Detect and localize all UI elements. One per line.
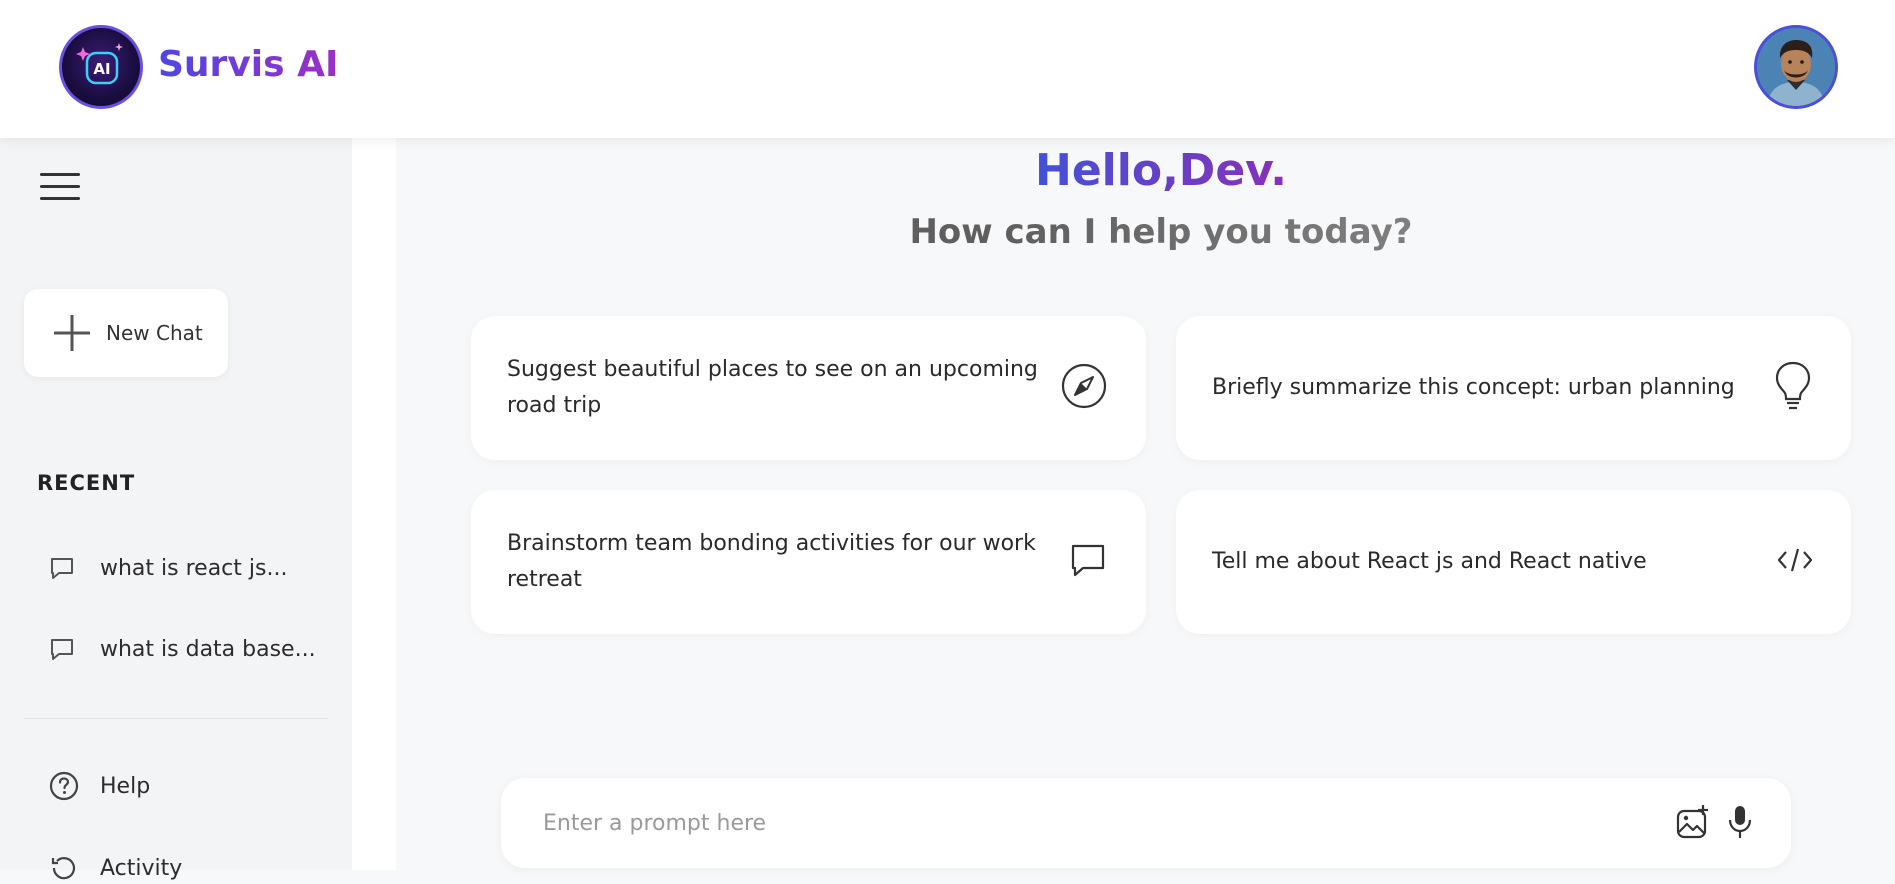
recent-heading: RECENT (37, 471, 136, 495)
sidebar-divider (24, 718, 328, 719)
prompt-input[interactable] (543, 800, 1643, 846)
bulb-icon (1773, 360, 1813, 416)
new-chat-button[interactable]: New Chat (24, 289, 228, 377)
greeting-text: Hello,Dev. (1035, 145, 1287, 196)
recent-item-label: what is react js... (100, 555, 288, 581)
user-avatar[interactable] (1754, 25, 1838, 109)
suggestion-text: Brainstorm team bonding activities for o… (507, 531, 1036, 592)
recent-item[interactable]: what is react js... (48, 554, 287, 582)
suggestion-text: Tell me about React js and React native (1212, 549, 1647, 574)
microphone-icon[interactable] (1727, 804, 1753, 844)
plus-icon (54, 315, 90, 351)
suggestion-text: Briefly summarize this concept: urban pl… (1212, 375, 1735, 400)
recent-item-label: what is data base... (100, 636, 316, 662)
suggestion-card[interactable]: Brainstorm team bonding activities for o… (471, 490, 1146, 634)
message-icon (51, 639, 73, 660)
prompt-bar (501, 778, 1791, 868)
logo-text: AI (93, 60, 110, 78)
menu-icon[interactable] (40, 173, 80, 203)
help-icon (49, 771, 79, 801)
logo-icon: AI (59, 25, 143, 109)
page-subtitle: How can I help you today? (396, 212, 1895, 252)
help-link[interactable]: Help (48, 770, 150, 802)
suggestion-text: Suggest beautiful places to see on an up… (507, 357, 1038, 418)
history-icon (51, 857, 76, 880)
brand-name: Survis AI (158, 44, 339, 85)
code-icon (1777, 546, 1813, 578)
suggestion-card[interactable]: Briefly summarize this concept: urban pl… (1176, 316, 1851, 460)
compass-icon (1060, 362, 1108, 414)
sidebar (0, 138, 352, 870)
sidebar-spacer (352, 138, 396, 870)
help-label: Help (100, 773, 151, 799)
top-bar: AI Survis AI (0, 0, 1895, 138)
message-icon (51, 558, 73, 579)
suggestion-card[interactable]: Suggest beautiful places to see on an up… (471, 316, 1146, 460)
activity-link[interactable]: Activity (48, 852, 182, 884)
recent-item[interactable]: what is data base... (48, 635, 316, 663)
suggestion-card[interactable]: Tell me about React js and React native (1176, 490, 1851, 634)
greeting: Hello,Dev. (396, 145, 1895, 196)
activity-label: Activity (100, 855, 183, 881)
new-chat-label: New Chat (106, 321, 203, 345)
message-icon (1068, 540, 1108, 584)
image-upload-icon[interactable] (1675, 804, 1711, 844)
